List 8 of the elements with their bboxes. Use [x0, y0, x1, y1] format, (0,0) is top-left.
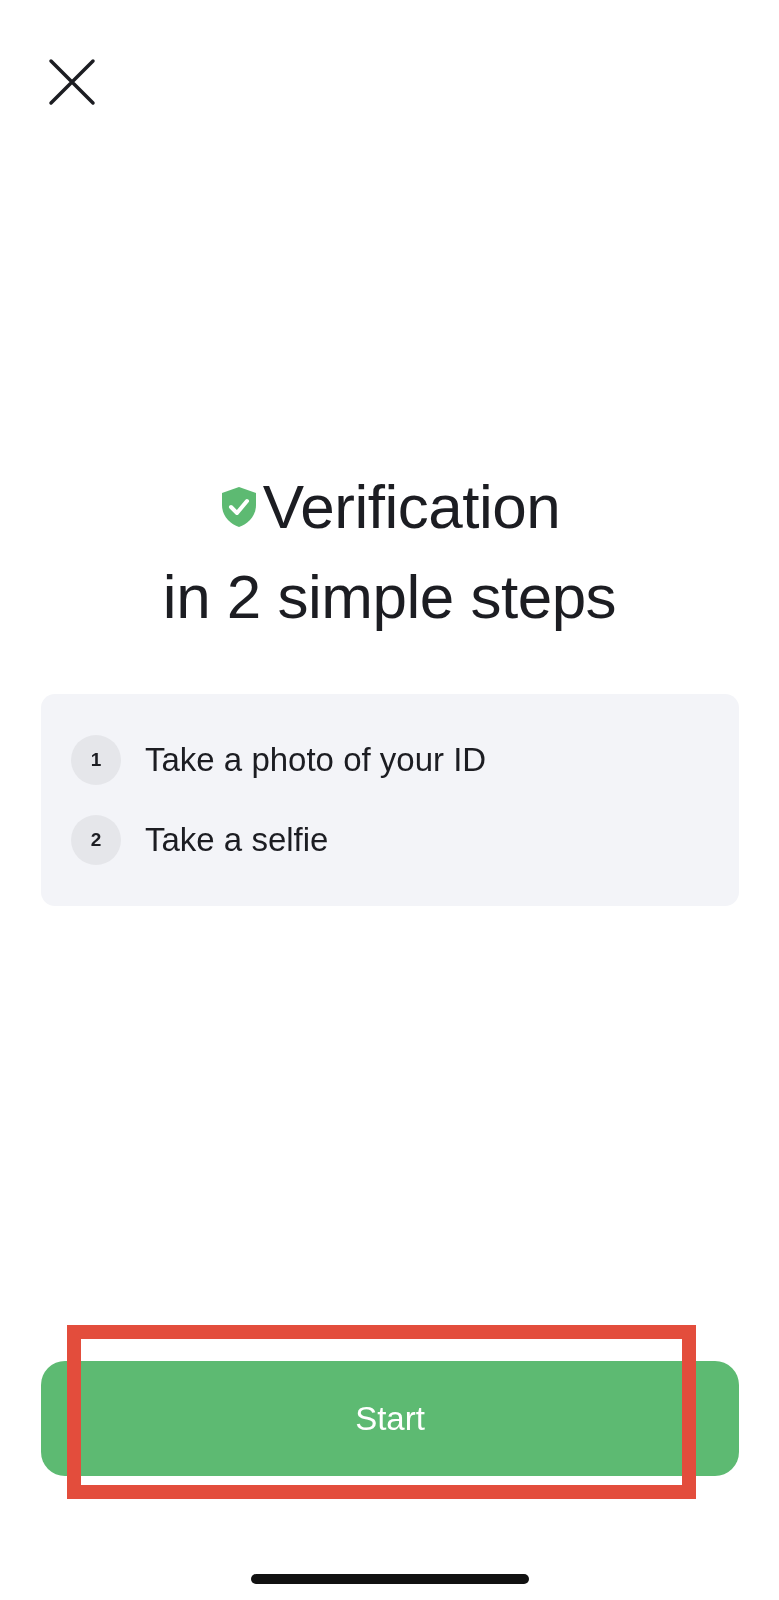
start-button[interactable]: Start — [41, 1361, 739, 1476]
close-icon — [48, 58, 96, 106]
step-label: Take a photo of your ID — [145, 740, 487, 781]
step-number: 2 — [71, 815, 121, 865]
step-label: Take a selfie — [145, 820, 329, 861]
subtitle: in 2 simple steps — [162, 562, 617, 631]
title: Verification — [262, 471, 561, 543]
step-number: 1 — [71, 735, 121, 785]
